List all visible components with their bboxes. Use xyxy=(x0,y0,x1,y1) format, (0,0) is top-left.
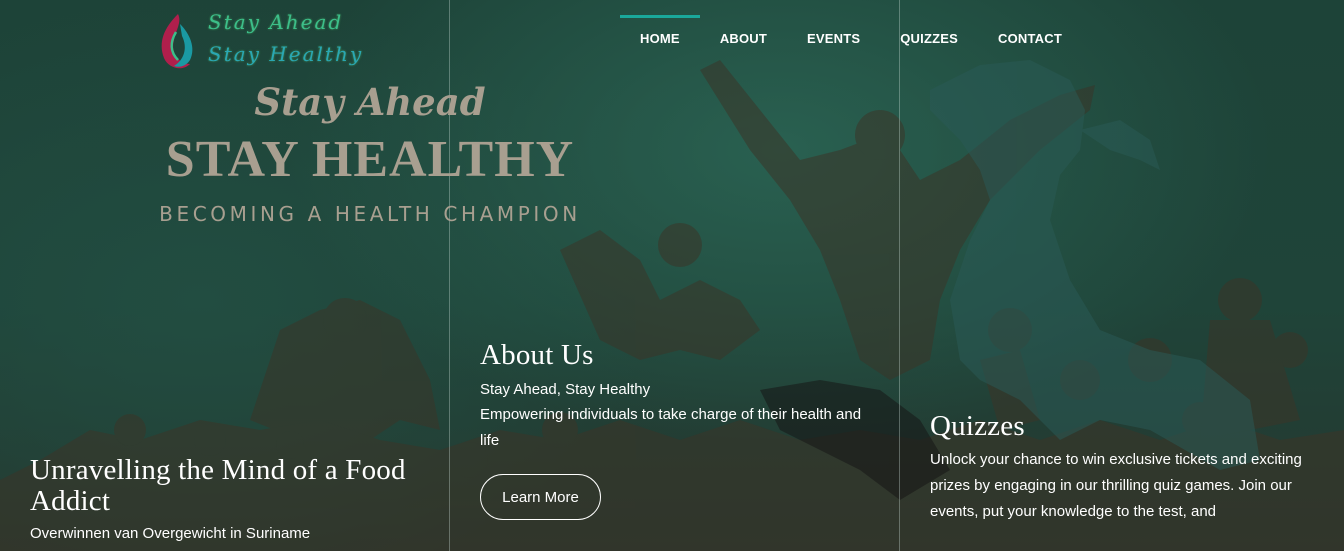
nav-item-quizzes[interactable]: QUIZZES xyxy=(880,0,978,80)
nav-item-contact[interactable]: CONTACT xyxy=(978,0,1082,80)
about-panel-line1: Stay Ahead, Stay Healthy xyxy=(480,381,651,398)
main-navigation: HOME ABOUT EVENTS QUIZZES CONTACT xyxy=(620,0,1082,80)
hero-tagline-small: Stay Ahead xyxy=(254,80,486,124)
quizzes-panel-text: Unlock your chance to win exclusive tick… xyxy=(930,451,1302,520)
nav-item-about[interactable]: ABOUT xyxy=(700,0,787,80)
logo-text-line2: Stay Healthy xyxy=(208,42,364,66)
about-panel-title: About Us xyxy=(480,339,594,371)
nav-item-events[interactable]: EVENTS xyxy=(787,0,880,80)
column-divider xyxy=(899,0,900,551)
site-logo[interactable]: Stay Ahead Stay Healthy xyxy=(150,6,370,76)
hero-tagline-sub: BECOMING A HEALTH CHAMPION xyxy=(159,202,581,226)
quizzes-panel-title: Quizzes xyxy=(930,410,1025,442)
hero-tagline-big: STAY HEALTHY xyxy=(165,131,575,188)
left-panel-text: Overwinnen van Overgewicht in Suriname xyxy=(30,525,311,542)
left-panel-title: Unravelling the Mind of a Food Addict xyxy=(30,454,406,517)
learn-more-button[interactable]: Learn More xyxy=(480,474,601,520)
nav-item-home[interactable]: HOME xyxy=(620,0,700,80)
logo-text-line1: Stay Ahead xyxy=(208,10,344,34)
about-panel-line2: Empowering individuals to take charge of… xyxy=(480,406,862,449)
leaf-flame-icon xyxy=(161,14,193,69)
